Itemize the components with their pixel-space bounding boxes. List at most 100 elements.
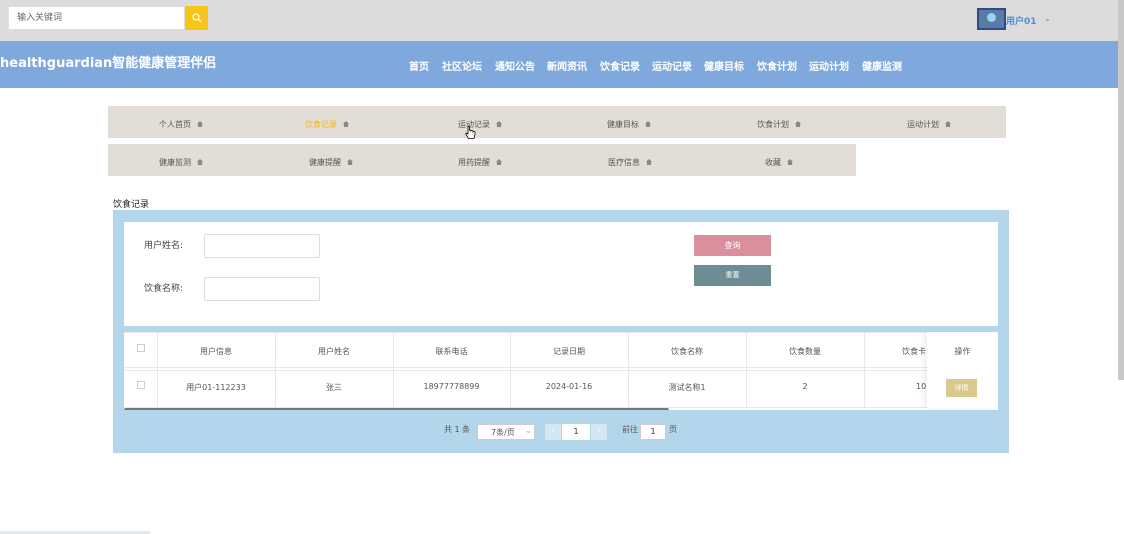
tab-health-monitor[interactable]: 健康监测 (159, 157, 203, 168)
table-border (124, 332, 998, 333)
home-icon (787, 159, 793, 165)
tab-label: 饮食记录 (305, 120, 337, 129)
tab-exercise-plan[interactable]: 运动计划 (907, 119, 951, 130)
user-menu-row-1: 个人首页 饮食记录 运动记录 健康目标 饮食计划 运动计划 (108, 106, 1006, 138)
data-table: 用户信息 用户姓名 联系电话 记录日期 饮食名称 饮食数量 饮食卡 用户01-1… (124, 332, 998, 410)
actions-column: 操作 详情 (927, 332, 998, 408)
nav-item-exercise-record[interactable]: 运动记录 (652, 58, 692, 73)
top-bar: 输入关键词 用户01 ⌄ (0, 0, 1124, 41)
home-icon (347, 159, 353, 165)
page-size-value: 7条/页 (491, 428, 515, 437)
user-name-input[interactable] (204, 234, 320, 258)
nav-item-home[interactable]: 首页 (409, 58, 429, 73)
home-icon (343, 121, 349, 127)
user-name-label: 用户姓名: (144, 241, 184, 251)
chevron-down-icon[interactable]: ⌄ (1044, 14, 1051, 23)
vertical-scrollbar[interactable] (1118, 0, 1124, 380)
cell-food-name: 测试名称1 (668, 383, 706, 392)
select-all-checkbox[interactable] (137, 344, 145, 352)
tab-label: 健康提醒 (309, 158, 341, 167)
cell-phone: 18977778899 (423, 382, 480, 391)
tab-health-reminder[interactable]: 健康提醒 (309, 157, 353, 168)
column-divider (157, 332, 158, 408)
column-divider (628, 332, 629, 408)
row-divider (124, 370, 998, 371)
user-menu-row-2: 健康监测 健康提醒 用药提醒 医疗信息 收藏 (108, 144, 856, 176)
home-icon (197, 121, 203, 127)
column-header-date: 记录日期 (553, 347, 585, 356)
goto-label: 前往 (622, 425, 638, 434)
column-header-user-info: 用户信息 (200, 347, 232, 356)
column-divider (275, 332, 276, 408)
site-brand[interactable]: healthguardian智能健康管理伴侣 (0, 52, 216, 71)
horizontal-scrollbar[interactable] (124, 408, 669, 410)
column-header-food-name: 饮食名称 (671, 347, 703, 356)
main-navbar: healthguardian智能健康管理伴侣 首页 社区论坛 通知公告 新闻资讯… (0, 41, 1124, 88)
food-name-input[interactable] (204, 277, 320, 301)
food-name-label: 饮食名称: (144, 284, 184, 294)
home-icon (795, 121, 801, 127)
goto-page-input[interactable]: 1 (640, 424, 666, 440)
row-checkbox[interactable] (137, 381, 145, 389)
home-icon (496, 121, 502, 127)
chevron-down-icon: ⌄ (525, 426, 532, 435)
pagination-total: 共 1 条 (444, 425, 471, 434)
detail-button[interactable]: 详情 (946, 379, 977, 397)
column-divider (393, 332, 394, 408)
nav-item-health-goal[interactable]: 健康目标 (704, 58, 744, 73)
hand-cursor-icon (465, 126, 476, 139)
tab-label: 用药提醒 (458, 158, 490, 167)
nav-item-exercise-plan[interactable]: 运动计划 (809, 58, 849, 73)
home-icon (496, 159, 502, 165)
column-header-action: 操作 (954, 347, 971, 356)
tab-diet-record[interactable]: 饮食记录 (305, 119, 349, 130)
cell-date: 2024-01-16 (545, 382, 593, 391)
nav-item-health-monitor[interactable]: 健康监测 (862, 58, 902, 73)
nav-item-notice[interactable]: 通知公告 (495, 58, 535, 73)
home-icon (646, 159, 652, 165)
nav-item-diet-plan[interactable]: 饮食计划 (757, 58, 797, 73)
column-header-phone: 联系电话 (435, 347, 468, 356)
cell-calories: 10 (916, 382, 927, 391)
tab-health-goal[interactable]: 健康目标 (607, 119, 651, 130)
tab-home[interactable]: 个人首页 (159, 119, 203, 130)
home-icon (945, 121, 951, 127)
tab-label: 健康目标 (607, 120, 639, 129)
page-title: 饮食记录 (113, 200, 150, 210)
nav-item-forum[interactable]: 社区论坛 (442, 58, 482, 73)
nav-item-diet-record[interactable]: 饮食记录 (600, 58, 640, 73)
nav-item-news[interactable]: 新闻资讯 (547, 58, 587, 73)
tab-label: 医疗信息 (608, 158, 640, 167)
search-input[interactable]: 输入关键词 (8, 6, 185, 30)
home-icon (645, 121, 651, 127)
tab-medical-info[interactable]: 医疗信息 (608, 157, 652, 168)
tab-label: 健康监测 (159, 158, 191, 167)
column-header-user-name: 用户姓名 (318, 347, 350, 356)
header-divider (124, 367, 998, 368)
tab-diet-plan[interactable]: 饮食计划 (757, 119, 801, 130)
tab-label: 收藏 (765, 158, 781, 167)
column-divider (864, 332, 865, 408)
column-divider (746, 332, 747, 408)
cell-user-name: 张三 (326, 383, 342, 392)
next-page-button[interactable]: › (591, 424, 607, 440)
query-button[interactable]: 查询 (694, 235, 771, 256)
cell-user-info: 用户01-112233 (186, 383, 246, 392)
prev-page-button[interactable]: ‹ (545, 424, 561, 440)
page-suffix: 页 (669, 425, 677, 434)
column-divider (510, 332, 511, 408)
avatar[interactable] (977, 8, 1006, 30)
tab-label: 个人首页 (159, 120, 191, 129)
current-page[interactable]: 1 (562, 424, 590, 440)
column-header-quantity: 饮食数量 (789, 347, 821, 356)
tab-medication-reminder[interactable]: 用药提醒 (458, 157, 502, 168)
cell-quantity: 2 (802, 382, 808, 391)
user-name[interactable]: 用户01 (1006, 14, 1037, 27)
page-size-select[interactable]: 7条/页 ⌄ (477, 424, 535, 440)
search-button[interactable] (185, 6, 208, 30)
home-icon (197, 159, 203, 165)
column-header-calories: 饮食卡 (902, 347, 926, 356)
search-icon (191, 13, 201, 23)
reset-button[interactable]: 重置 (694, 265, 771, 286)
tab-favorites[interactable]: 收藏 (765, 157, 793, 168)
